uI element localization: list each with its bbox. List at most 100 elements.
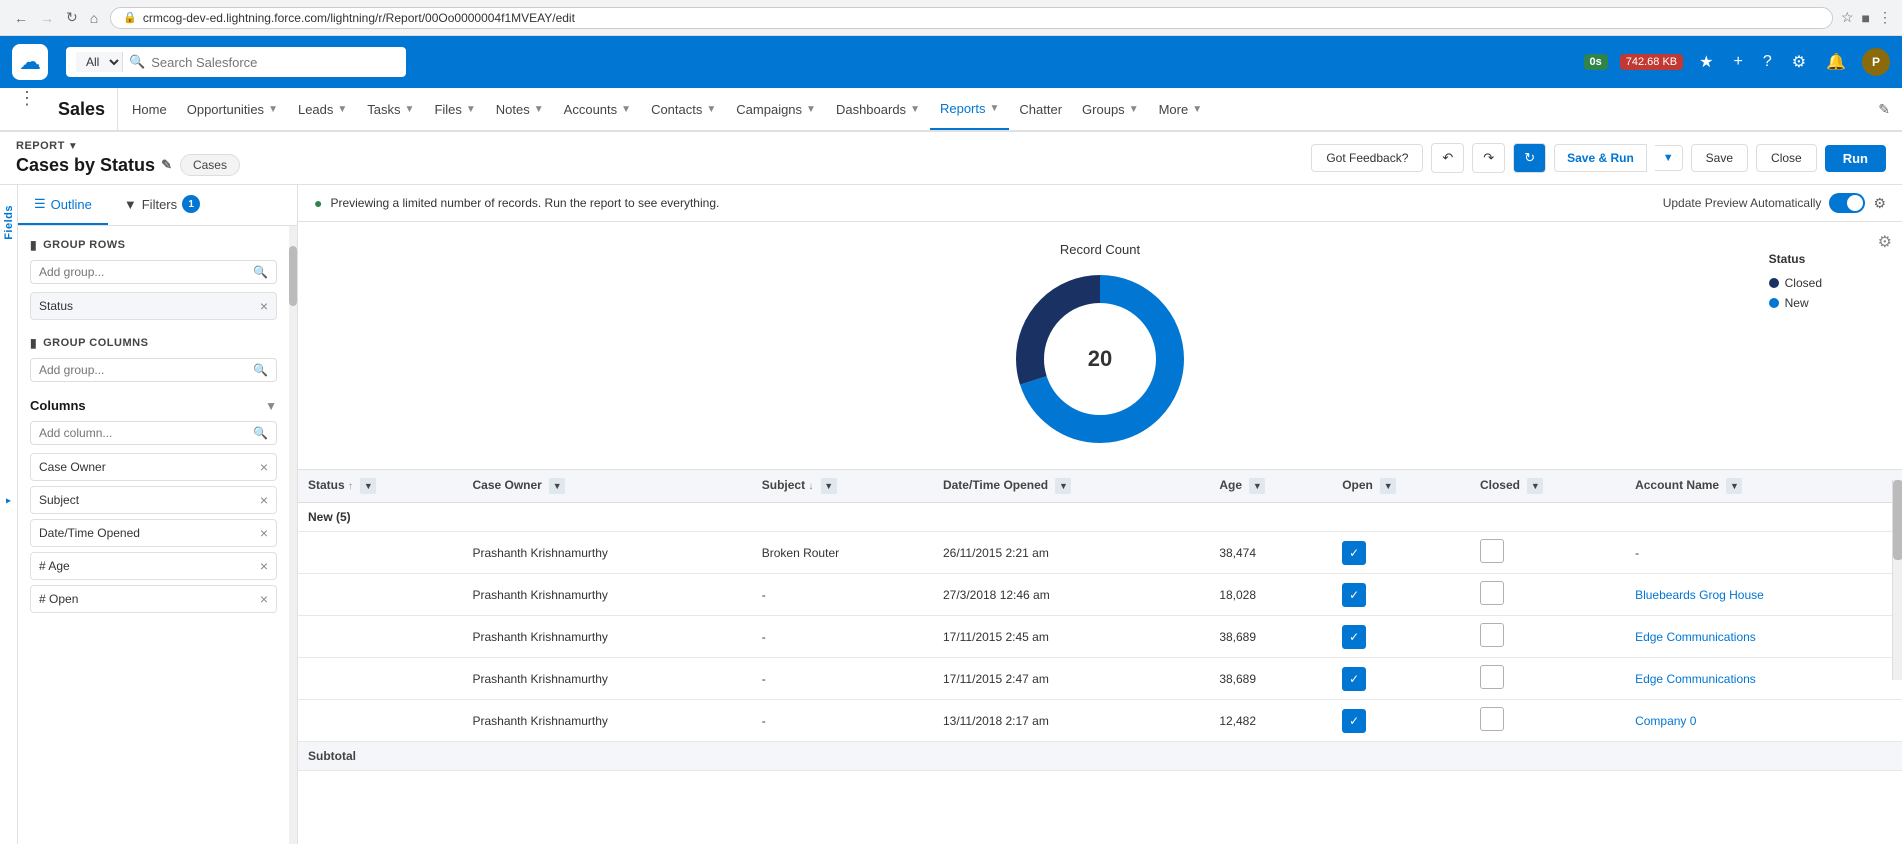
nav-item-contacts[interactable]: Contacts ▼ [641,88,726,130]
tab-outline[interactable]: ☰ Outline [18,185,108,225]
bell-icon[interactable]: 🔔 [1822,48,1850,76]
filter-btn-age[interactable]: ▼ [1249,478,1265,494]
content-area: ● Previewing a limited number of records… [298,185,1902,844]
reload-button[interactable]: ↻ [62,7,82,28]
user-avatar[interactable]: P [1862,48,1890,76]
home-button[interactable]: ⌂ [86,7,102,28]
nav-item-opportunities[interactable]: Opportunities ▼ [177,88,288,130]
chevron-down-icon: ▼ [621,104,631,115]
nav-item-tasks[interactable]: Tasks ▼ [357,88,424,130]
closed-checkbox[interactable] [1480,707,1504,731]
group-columns-search[interactable] [39,363,247,377]
app-name[interactable]: Sales [46,88,118,130]
refresh-button[interactable]: ↻ [1513,143,1546,173]
add-column-search[interactable] [39,426,247,440]
nav-item-home[interactable]: Home [122,88,177,130]
account-link[interactable]: Bluebeards Grog House [1635,588,1764,602]
filter-btn-case-owner[interactable]: ▼ [549,478,565,494]
account-link[interactable]: Edge Communications [1635,630,1756,644]
report-label[interactable]: REPORT ▼ [16,140,240,152]
group-rows-search[interactable] [39,265,247,279]
chart-gear-icon[interactable]: ⚙ [1878,232,1892,252]
filter-btn-status[interactable]: ▼ [360,478,376,494]
back-button[interactable]: ← [10,7,32,28]
sort-icon[interactable]: ↓ [808,481,813,492]
open-checkbox[interactable]: ✓ [1342,709,1366,733]
account-link[interactable]: Company 0 [1635,714,1696,728]
undo-button[interactable]: ↶ [1431,143,1464,173]
nav-item-chatter[interactable]: Chatter [1009,88,1072,130]
save-run-button[interactable]: Save & Run [1554,144,1647,172]
settings-icon[interactable]: ⚙ [1788,48,1810,76]
search-filter-select[interactable]: All [76,52,123,72]
fields-sidebar[interactable]: Fields ▸ [0,185,18,844]
right-scrollbar[interactable] [1892,480,1902,680]
feedback-button[interactable]: Got Feedback? [1311,144,1423,172]
col-header-datetime: Date/Time Opened ▼ [933,470,1209,503]
run-button[interactable]: Run [1825,145,1886,172]
panel-scroll-thumb[interactable] [289,246,297,306]
search-bar[interactable]: All 🔍 [66,47,406,77]
columns-caret-icon[interactable]: ▼ [265,399,277,413]
add-icon[interactable]: + [1729,49,1746,75]
browser-nav-buttons[interactable]: ← → ↻ ⌂ [10,7,102,28]
remove-subject-button[interactable]: × [260,492,268,508]
tab-filters[interactable]: ▼ Filters 1 [108,185,216,225]
add-column-input[interactable]: 🔍 [30,421,277,445]
sort-icon[interactable]: ↑ [348,481,353,492]
remove-datetime-button[interactable]: × [260,525,268,541]
forward-button[interactable]: → [36,7,58,28]
closed-checkbox[interactable] [1480,539,1504,563]
nav-item-more[interactable]: More ▼ [1149,88,1213,130]
chart-settings-gear-icon[interactable]: ⚙ [1873,195,1886,212]
nav-item-files[interactable]: Files ▼ [424,88,485,130]
nav-item-dashboards[interactable]: Dashboards ▼ [826,88,930,130]
close-button[interactable]: Close [1756,144,1817,172]
object-pill[interactable]: Cases [180,154,240,176]
sf-logo[interactable]: ☁ [12,44,48,80]
nav-item-campaigns[interactable]: Campaigns ▼ [726,88,826,130]
nav-item-reports[interactable]: Reports ▼ [930,88,1009,130]
remove-open-button[interactable]: × [260,591,268,607]
open-checkbox[interactable]: ✓ [1342,625,1366,649]
search-input[interactable] [151,55,371,70]
nav-item-notes[interactable]: Notes ▼ [486,88,554,130]
edit-nav-icon[interactable]: ✎ [1874,97,1894,122]
save-button[interactable]: Save [1691,144,1748,172]
star-icon[interactable]: ★ [1695,48,1717,76]
filter-btn-subject[interactable]: ▼ [821,478,837,494]
closed-checkbox[interactable] [1480,623,1504,647]
pencil-icon[interactable]: ✎ [161,157,172,173]
update-preview-toggle[interactable] [1829,193,1865,213]
remove-age-button[interactable]: × [260,558,268,574]
redo-button[interactable]: ↷ [1472,143,1505,173]
panel-scroll-track[interactable] [289,226,297,844]
cell-open: ✓ [1332,658,1470,700]
account-link[interactable]: Edge Communications [1635,672,1756,686]
filter-btn-account-name[interactable]: ▼ [1726,478,1742,494]
filter-btn-datetime[interactable]: ▼ [1055,478,1071,494]
waffle-icon[interactable]: ⋮ [8,88,46,130]
closed-checkbox[interactable] [1480,581,1504,605]
open-checkbox[interactable]: ✓ [1342,541,1366,565]
right-scrollbar-thumb[interactable] [1893,480,1902,560]
nav-item-groups[interactable]: Groups ▼ [1072,88,1149,130]
add-group-rows-input[interactable]: 🔍 [30,260,277,284]
closed-checkbox[interactable] [1480,665,1504,689]
filter-btn-closed[interactable]: ▼ [1527,478,1543,494]
nav-item-leads[interactable]: Leads ▼ [288,88,357,130]
remove-case-owner-button[interactable]: × [260,459,268,475]
save-run-caret-button[interactable]: ▼ [1655,145,1683,171]
menu-icon[interactable]: ⋮ [1878,9,1892,26]
nav-item-accounts[interactable]: Accounts ▼ [554,88,641,130]
open-checkbox[interactable]: ✓ [1342,583,1366,607]
address-bar[interactable]: 🔒 crmcog-dev-ed.lightning.force.com/ligh… [110,7,1833,29]
open-checkbox[interactable]: ✓ [1342,667,1366,691]
extension-icon[interactable]: ■ [1862,10,1870,26]
filter-btn-open[interactable]: ▼ [1380,478,1396,494]
table-row-group-header: New (5) [298,503,1902,532]
help-icon[interactable]: ? [1759,49,1776,75]
bookmark-icon[interactable]: ☆ [1841,9,1854,26]
add-group-columns-input[interactable]: 🔍 [30,358,277,382]
remove-status-button[interactable]: × [260,298,268,314]
